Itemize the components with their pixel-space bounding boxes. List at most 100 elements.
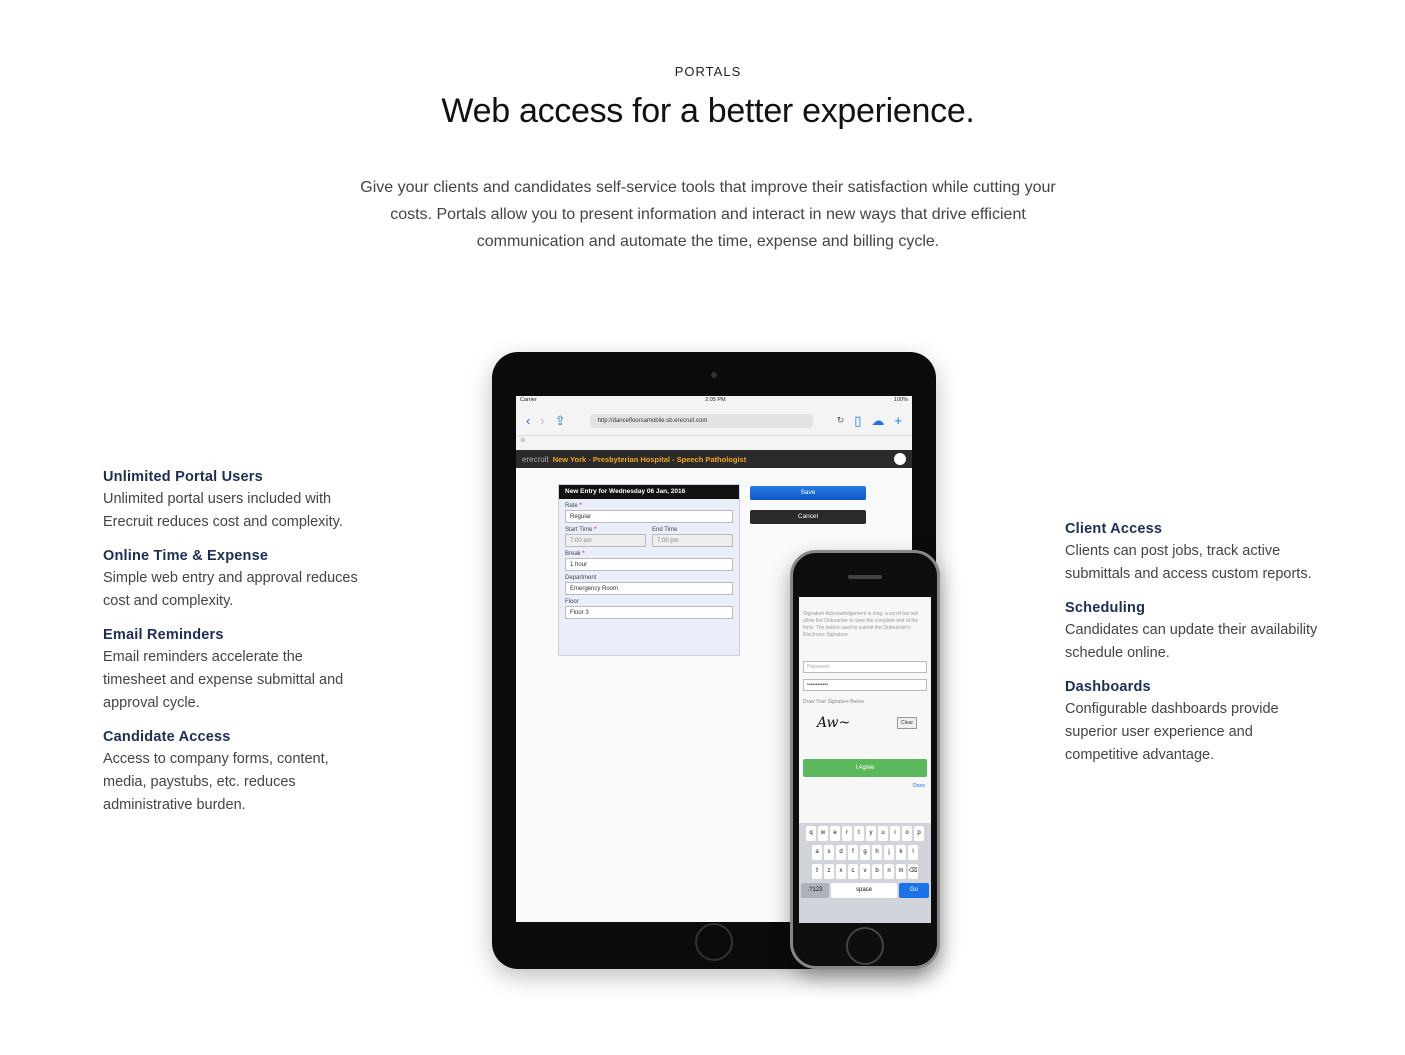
start-time-input[interactable]: 7:00 am — [565, 534, 646, 547]
rate-label: Rate * — [565, 503, 582, 509]
feature-description: Unlimited portal users included with Ere… — [103, 491, 343, 530]
key[interactable]: j — [884, 845, 894, 860]
agree-button[interactable]: I Agree — [803, 759, 927, 777]
onscreen-keyboard: q w e r t y u i o p a s d f g h j k l ⇧ … — [799, 823, 931, 923]
key[interactable]: a — [812, 845, 822, 860]
key[interactable]: h — [872, 845, 882, 860]
feature-online-time-expense: Online Time & Expense Simple web entry a… — [103, 546, 363, 613]
phone-speaker — [848, 575, 882, 579]
space-key[interactable]: space — [831, 883, 897, 898]
key[interactable]: n — [884, 864, 894, 879]
key[interactable]: t — [854, 826, 864, 841]
signature-label: Draw Your Signature Below — [803, 699, 864, 705]
time-entry-form: New Entry for Wednesday 06 Jan, 2016 Rat… — [558, 484, 740, 656]
feature-description: Access to company forms, content, media,… — [103, 751, 329, 813]
key[interactable]: r — [842, 826, 852, 841]
tablet-camera — [711, 372, 717, 378]
key[interactable]: p — [914, 826, 924, 841]
key[interactable]: q — [806, 826, 816, 841]
status-battery: 100% — [893, 397, 908, 403]
forward-icon[interactable]: › — [540, 413, 544, 428]
floor-select[interactable]: Floor 3 — [565, 606, 733, 619]
close-tab-icon[interactable]: ⊗ — [520, 437, 526, 444]
feature-title: Scheduling — [1065, 600, 1146, 616]
key[interactable]: g — [860, 845, 870, 860]
app-logo-icon[interactable] — [894, 453, 906, 465]
rate-select[interactable]: Regular — [565, 510, 733, 523]
feature-title: Client Access — [1065, 521, 1163, 537]
key[interactable]: u — [878, 826, 888, 841]
cancel-button[interactable]: Cancel — [750, 510, 866, 524]
section-headline: Web access for a better experience. — [441, 92, 975, 130]
reload-icon[interactable]: ↻ — [837, 415, 845, 426]
share-icon[interactable]: ⇪ — [555, 413, 566, 429]
start-time-label: Start Time * — [565, 527, 597, 533]
key[interactable]: e — [830, 826, 840, 841]
feature-title: Online Time & Expense — [103, 548, 269, 564]
number-toggle-key[interactable]: .?123 — [801, 883, 829, 898]
key[interactable]: s — [824, 845, 834, 860]
app-brand: erecruit — [522, 454, 549, 464]
go-key[interactable]: Go — [899, 883, 929, 898]
feature-description: Configurable dashboards provide superior… — [1065, 701, 1279, 763]
phone-mockup: Signature Acknowledgement is long, a scr… — [790, 550, 940, 969]
cloud-icon[interactable]: ☁ — [871, 413, 884, 429]
phone-screen: Signature Acknowledgement is long, a scr… — [799, 597, 931, 923]
key[interactable]: i — [890, 826, 900, 841]
floor-label: Floor — [565, 599, 579, 605]
key[interactable]: o — [902, 826, 912, 841]
keyboard-row-3: ⇧ z x c v b n m ⌫ — [801, 864, 929, 879]
key[interactable]: x — [836, 864, 846, 879]
key[interactable]: f — [848, 845, 858, 860]
feature-candidate-access: Candidate Access Access to company forms… — [103, 727, 363, 817]
save-button[interactable]: Save — [750, 486, 866, 500]
feature-scheduling: Scheduling Candidates can update their a… — [1065, 598, 1325, 665]
new-tab-icon[interactable]: + — [894, 413, 902, 428]
key[interactable]: k — [896, 845, 906, 860]
section-eyebrow: PORTALS — [674, 64, 742, 79]
time-inputs-row: 7:00 am 7:00 pm — [565, 534, 733, 547]
key[interactable]: l — [908, 845, 918, 860]
done-button[interactable]: Done — [799, 783, 931, 789]
feature-description: Simple web entry and approval reduces co… — [103, 570, 358, 609]
feature-unlimited-portal-users: Unlimited Portal Users Unlimited portal … — [103, 467, 363, 534]
feature-description: Candidates can update their availability… — [1065, 622, 1318, 661]
signature-scribble: Aw~ — [817, 715, 851, 731]
key[interactable]: c — [848, 864, 858, 879]
end-time-input[interactable]: 7:00 pm — [652, 534, 733, 547]
key[interactable]: m — [896, 864, 906, 879]
shift-key-icon[interactable]: ⇧ — [812, 864, 822, 879]
status-time: 2:05 PM — [705, 397, 726, 403]
key[interactable]: v — [860, 864, 870, 879]
key[interactable]: w — [818, 826, 828, 841]
key[interactable]: z — [824, 864, 834, 879]
break-select[interactable]: 1 hour — [565, 558, 733, 571]
bookmarks-icon[interactable]: ▯ — [854, 413, 861, 429]
keyboard-bottom-row: .?123 space Go — [801, 883, 929, 898]
tablet-status-bar: Carrier 2:05 PM 100% — [516, 396, 912, 406]
signature-ack-text: Signature Acknowledgement is long, a scr… — [803, 611, 919, 638]
backspace-key-icon[interactable]: ⌫ — [908, 864, 918, 879]
section-intro: Give your clients and candidates self-se… — [360, 179, 1056, 250]
phone-home-button — [846, 927, 884, 965]
back-icon[interactable]: ‹ — [526, 413, 530, 428]
keyboard-row-2: a s d f g h j k l — [801, 845, 929, 860]
url-bar[interactable]: http://dancefloorsamobile.sb.erecruit.co… — [589, 413, 813, 428]
status-carrier: Carrier — [520, 397, 537, 403]
signature-pad[interactable]: Aw~ Clear — [803, 709, 927, 749]
department-select[interactable]: Emergency Room — [565, 582, 733, 595]
tab-strip: ⊗ — [516, 436, 912, 450]
department-label: Department — [565, 575, 597, 581]
feature-title: Dashboards — [1065, 679, 1151, 695]
features-left-list: Unlimited Portal Users Unlimited portal … — [103, 467, 363, 829]
key[interactable]: y — [866, 826, 876, 841]
clear-signature-button[interactable]: Clear — [897, 717, 917, 729]
password-input[interactable]: •••••••••••• — [803, 679, 927, 691]
key[interactable]: d — [836, 845, 846, 860]
key[interactable]: b — [872, 864, 882, 879]
browser-toolbar: ‹ › ⇪ http://dancefloorsamobile.sb.erecr… — [516, 406, 912, 436]
tablet-home-button — [695, 923, 733, 961]
app-header: erecruit New York - Presbyterian Hospita… — [516, 450, 912, 468]
password-field[interactable]: Password — [803, 661, 927, 673]
form-header: New Entry for Wednesday 06 Jan, 2016 — [559, 485, 739, 499]
